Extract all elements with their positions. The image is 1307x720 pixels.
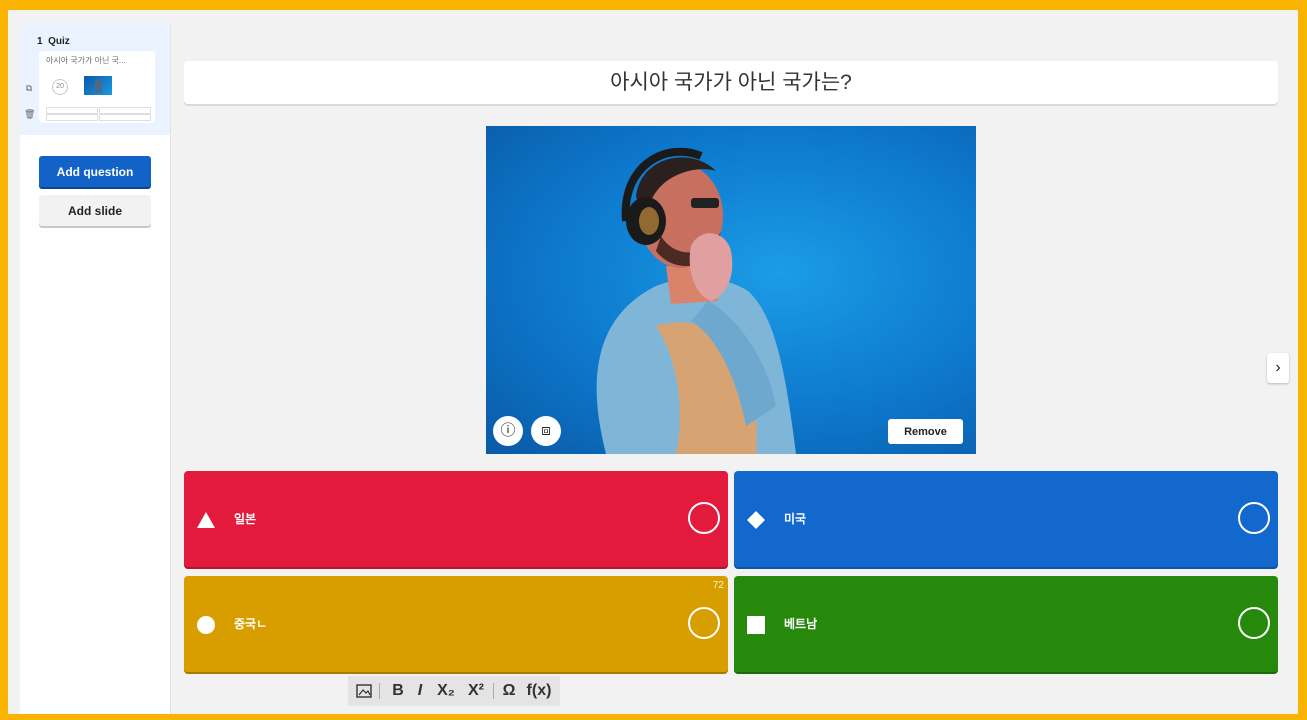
character-counter: 72: [712, 580, 724, 591]
crop-icon[interactable]: ⧈: [531, 416, 561, 446]
add-slide-button[interactable]: Add slide: [39, 195, 151, 226]
answer-text[interactable]: 베트남: [784, 615, 817, 632]
thumbnail-image: [84, 76, 112, 95]
square-icon: [747, 616, 765, 634]
editor-frame: 1 Quiz ⧉ 🗑 아시아 국가가 아닌 국... 20 Add questi…: [8, 10, 1298, 714]
diamond-icon: [747, 511, 765, 529]
remove-image-button[interactable]: Remove: [888, 419, 963, 444]
correct-answer-toggle[interactable]: [1238, 607, 1270, 639]
trash-icon[interactable]: 🗑: [24, 109, 35, 119]
answer-1[interactable]: 일본: [184, 471, 728, 567]
thumbnail-title: 아시아 국가가 아닌 국...: [46, 56, 126, 65]
answer-3[interactable]: 중국ㄴ 72: [184, 576, 728, 672]
correct-answer-toggle[interactable]: [688, 607, 720, 639]
correct-answer-toggle[interactable]: [688, 502, 720, 534]
thumbnail-timer: 20: [52, 79, 68, 95]
answer-text[interactable]: 미국: [784, 510, 806, 527]
person-photo: [596, 147, 796, 454]
thumbnail-answer: [46, 107, 98, 114]
subscript-button[interactable]: X₂: [432, 676, 460, 706]
thumbnail-answer: [99, 114, 151, 121]
question-title-field[interactable]: 아시아 국가가 아닌 국가는?: [184, 61, 1278, 104]
add-question-button[interactable]: Add question: [39, 156, 151, 187]
question-image: ⓘ ⧈ Remove: [486, 126, 976, 454]
superscript-button[interactable]: X²: [462, 676, 490, 706]
slide-label: 1 Quiz: [37, 36, 70, 47]
answer-text[interactable]: 중국ㄴ: [234, 615, 267, 632]
chevron-right-icon[interactable]: ›: [1267, 353, 1289, 383]
answer-text[interactable]: 일본: [234, 510, 256, 527]
info-icon[interactable]: ⓘ: [493, 416, 523, 446]
toolbar-divider: [493, 683, 494, 699]
slide-list-item[interactable]: 1 Quiz ⧉ 🗑 아시아 국가가 아닌 국... 20: [20, 23, 170, 135]
slide-thumbnail[interactable]: 아시아 국가가 아닌 국... 20: [39, 51, 155, 123]
thumbnail-answer: [46, 114, 98, 121]
insert-image-icon[interactable]: [354, 676, 374, 706]
toolbar-divider: [379, 683, 380, 699]
answer-2[interactable]: 미국: [734, 471, 1278, 567]
formula-button[interactable]: f(x): [522, 676, 556, 706]
duplicate-icon[interactable]: ⧉: [24, 83, 34, 93]
slide-sidebar: 1 Quiz ⧉ 🗑 아시아 국가가 아닌 국... 20 Add questi…: [20, 23, 171, 714]
text-format-toolbar: B I X₂ X² Ω f(x): [348, 676, 560, 706]
special-character-button[interactable]: Ω: [500, 676, 518, 706]
bold-button[interactable]: B: [388, 676, 408, 706]
answer-4[interactable]: 베트남: [734, 576, 1278, 672]
triangle-icon: [197, 512, 215, 528]
italic-button[interactable]: I: [412, 676, 428, 706]
thumbnail-answer: [99, 107, 151, 114]
correct-answer-toggle[interactable]: [1238, 502, 1270, 534]
circle-icon: [197, 616, 215, 634]
